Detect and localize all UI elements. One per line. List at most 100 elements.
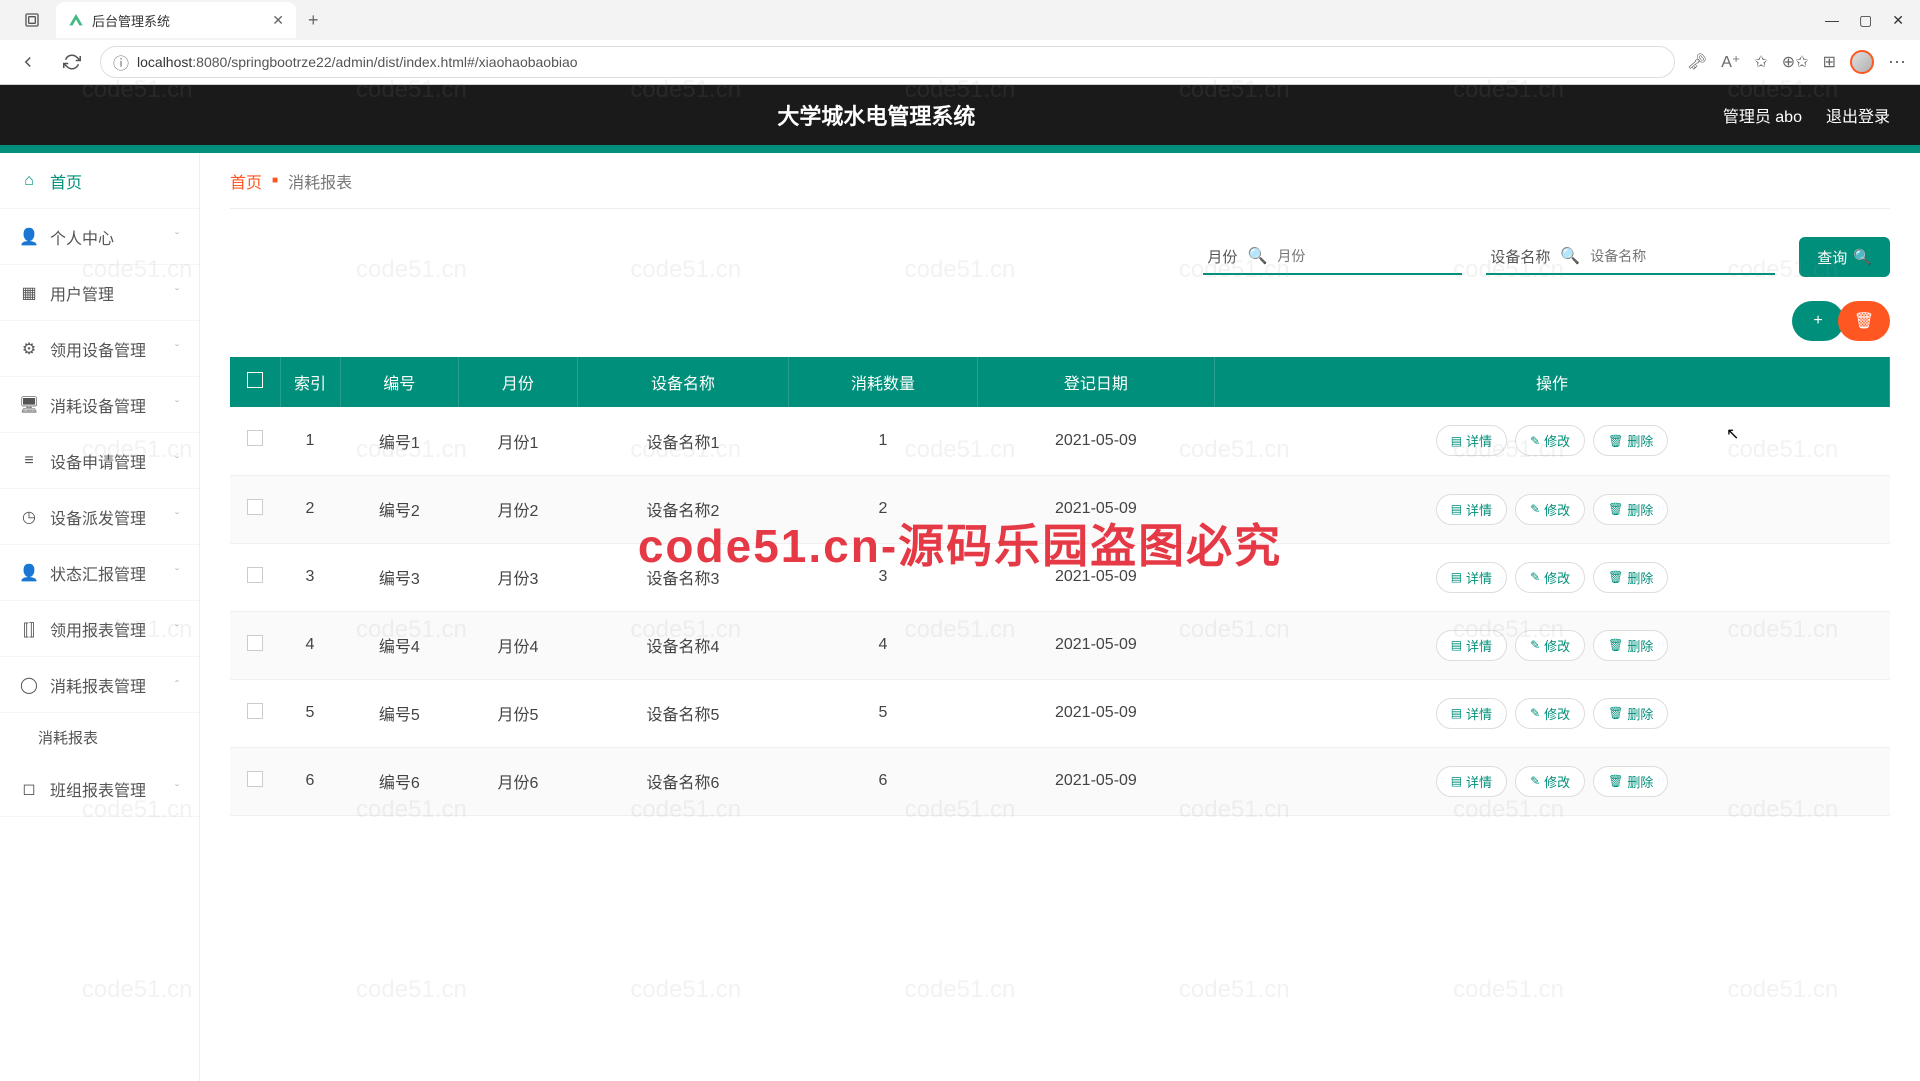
cell-index: 4	[280, 611, 340, 679]
cell-device: 设备名称5	[577, 679, 788, 747]
sidebar-item-个人中心[interactable]: 👤个人中心ˇ	[0, 209, 199, 265]
person-icon: 👤	[20, 564, 38, 582]
table-row: 2 编号2 月份2 设备名称2 2 2021-05-09 ▤详情 ✎修改 🗑删除	[230, 475, 1890, 543]
chevron-down-icon: ˇ	[175, 622, 179, 636]
profile-avatar[interactable]	[1850, 50, 1874, 74]
tab-close-icon[interactable]: ✕	[272, 12, 284, 29]
key-icon[interactable]: 🗝	[1687, 52, 1707, 72]
accent-bar	[0, 145, 1920, 153]
maximize-icon[interactable]: ▢	[1859, 12, 1872, 29]
row-delete-button[interactable]: 🗑删除	[1593, 562, 1668, 593]
square-icon: ◻	[20, 780, 38, 798]
checkbox-all[interactable]	[247, 372, 263, 388]
sidebar-item-用户管理[interactable]: ▦用户管理ˇ	[0, 265, 199, 321]
cell-qty: 6	[789, 747, 978, 815]
browser-tab[interactable]: 后台管理系统 ✕	[56, 2, 296, 38]
table-header-cell: 索引	[280, 357, 340, 407]
logout-link[interactable]: 退出登录	[1826, 103, 1890, 127]
tab-title: 后台管理系统	[92, 11, 264, 30]
sidebar-item-班组报表管理[interactable]: ◻班组报表管理ˇ	[0, 761, 199, 817]
sidebar-item-label: 设备派发管理	[50, 505, 163, 529]
text-size-icon[interactable]: A⁺	[1721, 52, 1740, 72]
breadcrumb-sep-icon: ■	[272, 175, 278, 186]
search-label-device: 设备名称	[1490, 246, 1550, 267]
tabs-bar: 后台管理系统 ✕ + — ▢ ✕	[0, 0, 1920, 40]
detail-button[interactable]: ▤详情	[1436, 698, 1507, 729]
url-box[interactable]: ⓘ localhost:8080/springbootrze22/admin/d…	[100, 46, 1675, 78]
refresh-button[interactable]	[56, 46, 88, 78]
back-button[interactable]	[12, 46, 44, 78]
row-checkbox[interactable]	[247, 499, 263, 515]
chevron-down-icon: ˇ	[175, 454, 179, 468]
row-checkbox[interactable]	[247, 635, 263, 651]
search-input-device[interactable]	[1590, 248, 1771, 264]
row-checkbox[interactable]	[247, 567, 263, 583]
sidebar-item-消耗设备管理[interactable]: 🖥消耗设备管理ˇ	[0, 377, 199, 433]
detail-button[interactable]: ▤详情	[1436, 766, 1507, 797]
minimize-icon[interactable]: —	[1825, 12, 1839, 29]
detail-button[interactable]: ▤详情	[1436, 425, 1507, 456]
list-icon: ≡	[20, 452, 38, 470]
more-menu-icon[interactable]: ⋯	[1888, 52, 1908, 73]
sidebar-item-设备派发管理[interactable]: ◷设备派发管理ˇ	[0, 489, 199, 545]
close-window-icon[interactable]: ✕	[1892, 12, 1904, 29]
sidebar-item-首页[interactable]: ⌂首页	[0, 153, 199, 209]
search-input-month[interactable]	[1277, 248, 1458, 264]
cell-qty: 2	[789, 475, 978, 543]
doc-icon: ▤	[1451, 774, 1462, 788]
cell-month: 月份3	[459, 543, 578, 611]
collections-icon[interactable]: ⊕✩	[1782, 52, 1809, 72]
row-delete-button[interactable]: 🗑删除	[1593, 766, 1668, 797]
edit-icon: ✎	[1530, 774, 1540, 788]
cell-month: 月份4	[459, 611, 578, 679]
row-checkbox[interactable]	[247, 703, 263, 719]
tab-list-icon[interactable]	[8, 0, 56, 40]
home-icon: ⌂	[20, 172, 38, 190]
sidebar-sub-item[interactable]: 消耗报表	[0, 713, 199, 761]
sidebar-item-领用设备管理[interactable]: ⚙领用设备管理ˇ	[0, 321, 199, 377]
row-delete-button[interactable]: 🗑删除	[1593, 425, 1668, 456]
chevron-down-icon: ˇ	[175, 230, 179, 244]
edit-icon: ✎	[1530, 638, 1540, 652]
edit-button[interactable]: ✎修改	[1515, 494, 1585, 525]
breadcrumb-home[interactable]: 首页	[230, 169, 262, 193]
doc-icon: ▤	[1451, 434, 1462, 448]
detail-button[interactable]: ▤详情	[1436, 562, 1507, 593]
row-checkbox[interactable]	[247, 430, 263, 446]
sidebar-item-状态汇报管理[interactable]: 👤状态汇报管理ˇ	[0, 545, 199, 601]
sidebar-item-设备申请管理[interactable]: ≡设备申请管理ˇ	[0, 433, 199, 489]
edit-button[interactable]: ✎修改	[1515, 562, 1585, 593]
table-row: 1 编号1 月份1 设备名称1 1 2021-05-09 ▤详情 ✎修改 🗑删除	[230, 407, 1890, 475]
row-delete-button[interactable]: 🗑删除	[1593, 630, 1668, 661]
extensions-icon[interactable]: ⊞	[1823, 52, 1836, 72]
user-icon: 👤	[20, 228, 38, 246]
search-button[interactable]: 查询 🔍	[1799, 237, 1890, 277]
doc-icon: ▤	[1451, 570, 1462, 584]
cell-index: 6	[280, 747, 340, 815]
add-button[interactable]: +	[1792, 301, 1844, 341]
search-icon: 🔍	[1247, 246, 1267, 266]
chevron-down-icon: ˇ	[175, 342, 179, 356]
user-info: 管理员 abo	[1723, 103, 1802, 127]
row-delete-button[interactable]: 🗑删除	[1593, 494, 1668, 525]
window-controls: — ▢ ✕	[1825, 12, 1920, 29]
cell-device: 设备名称3	[577, 543, 788, 611]
sidebar-item-消耗报表管理[interactable]: ◯消耗报表管理ˆ	[0, 657, 199, 713]
delete-button[interactable]: 🗑	[1838, 301, 1890, 341]
favorite-icon[interactable]: ✩	[1754, 52, 1767, 72]
cell-device: 设备名称4	[577, 611, 788, 679]
row-delete-button[interactable]: 🗑删除	[1593, 698, 1668, 729]
cell-code: 编号5	[340, 679, 459, 747]
new-tab-button[interactable]: +	[296, 10, 331, 31]
row-checkbox[interactable]	[247, 771, 263, 787]
edit-button[interactable]: ✎修改	[1515, 425, 1585, 456]
detail-button[interactable]: ▤详情	[1436, 630, 1507, 661]
edit-button[interactable]: ✎修改	[1515, 766, 1585, 797]
edit-button[interactable]: ✎修改	[1515, 698, 1585, 729]
toolbar-icons: 🗝 A⁺ ✩ ⊕✩ ⊞ ⋯	[1687, 50, 1908, 74]
sidebar-item-领用报表管理[interactable]: 〚〛领用报表管理ˇ	[0, 601, 199, 657]
trash-icon: 🗑	[1608, 638, 1623, 652]
edit-button[interactable]: ✎修改	[1515, 630, 1585, 661]
cell-code: 编号4	[340, 611, 459, 679]
detail-button[interactable]: ▤详情	[1436, 494, 1507, 525]
